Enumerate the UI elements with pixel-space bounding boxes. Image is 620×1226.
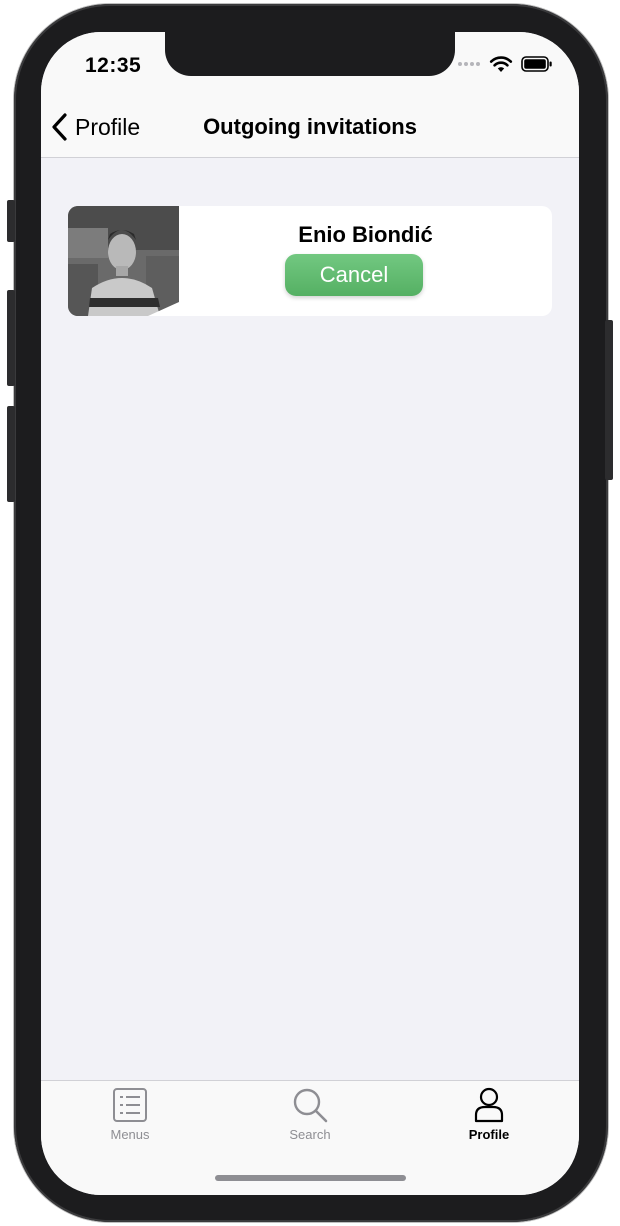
navigation-bar: Profile Outgoing invitations — [41, 102, 579, 158]
signal-dots-icon — [458, 62, 480, 66]
device-notch — [165, 32, 455, 76]
avatar — [68, 206, 179, 316]
cancel-invitation-button[interactable]: Cancel — [285, 254, 423, 296]
tab-profile-label: Profile — [468, 1127, 510, 1142]
tab-search[interactable]: Search — [250, 1087, 370, 1142]
invitation-card: Enio Biondić Cancel — [68, 206, 552, 316]
volume-down-button — [7, 406, 15, 502]
list-icon — [113, 1088, 147, 1122]
mute-switch — [7, 200, 15, 242]
status-icons — [457, 55, 553, 73]
page-title: Outgoing invitations — [203, 114, 417, 139]
magnifier-icon — [293, 1088, 328, 1123]
person-icon — [474, 1087, 504, 1123]
status-time: 12:35 — [85, 54, 142, 77]
tab-menus[interactable]: Menus — [70, 1087, 190, 1142]
battery-icon — [521, 56, 552, 72]
tab-search-label: Search — [289, 1127, 331, 1142]
tab-profile[interactable]: Profile — [429, 1087, 549, 1142]
screen: 12:35 Profile Outgoing invitations Enio … — [41, 32, 579, 1195]
wifi-icon — [489, 56, 513, 72]
volume-up-button — [7, 290, 15, 386]
tab-menus-label: Menus — [110, 1127, 150, 1142]
home-indicator — [215, 1175, 406, 1181]
invitee-name: Enio Biondić — [298, 222, 433, 247]
power-button — [605, 320, 613, 480]
invitations-list: Enio Biondić Cancel — [41, 158, 579, 1080]
